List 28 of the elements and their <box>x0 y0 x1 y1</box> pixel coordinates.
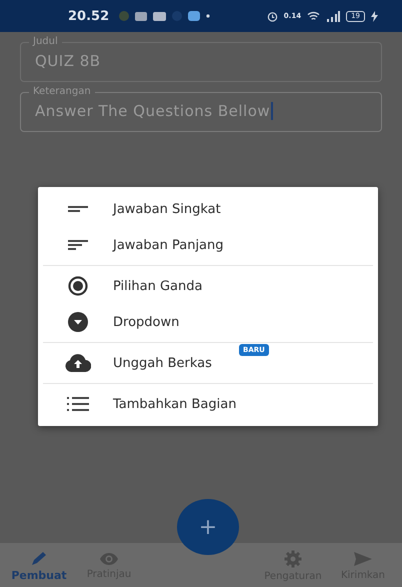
wifi-icon <box>307 10 320 22</box>
list-icon <box>67 397 89 411</box>
text-field[interactable]: Keterangan Answer The Questions Bellow <box>20 86 382 132</box>
signal-icon <box>326 10 340 22</box>
eye-icon <box>99 552 119 566</box>
dropdown-circle-icon <box>68 312 88 332</box>
more-notifications-dot <box>206 14 210 18</box>
text-lines-icon <box>68 240 88 250</box>
radio-button-icon <box>68 276 88 296</box>
cloud-upload-icon <box>65 354 91 372</box>
field-label: Keterangan <box>32 86 92 98</box>
menu-item[interactable]: Dropdown <box>43 304 373 340</box>
field-value: QUIZ 8B <box>35 52 102 70</box>
text-field[interactable]: Judul QUIZ 8B <box>20 36 382 82</box>
charging-icon <box>371 10 378 22</box>
add-button[interactable]: + <box>177 499 239 555</box>
send-icon <box>353 551 373 567</box>
settings-icon <box>284 550 302 568</box>
field-value: Answer The Questions Bellow <box>35 102 367 120</box>
menu-item[interactable]: Tambahkan Bagian <box>43 386 373 422</box>
alarm-icon <box>266 10 278 22</box>
short-lines-icon <box>68 206 88 212</box>
pencil-icon <box>29 550 49 566</box>
menu-item[interactable]: Pilihan Ganda <box>43 268 373 304</box>
menu-item[interactable]: Jawaban Panjang <box>43 227 373 263</box>
menu-item[interactable]: Jawaban Singkat <box>43 191 373 227</box>
status-time: 20.52 <box>68 8 110 24</box>
field-label: Judul <box>32 36 59 48</box>
